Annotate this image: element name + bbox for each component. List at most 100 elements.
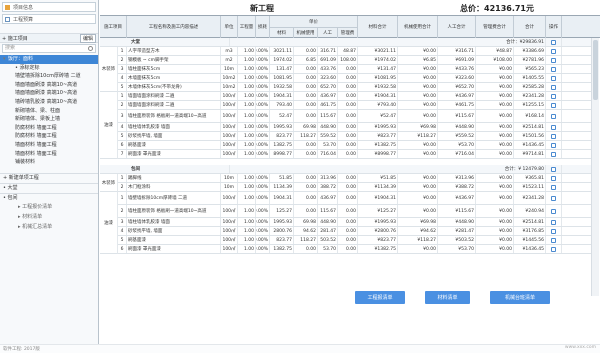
- table-row[interactable]: 6刷面漆 罩光面漆100㎡1.000.00%1382.750.0053.700.…: [100, 245, 598, 254]
- section-lobby[interactable]: • 大堂: [0, 183, 98, 192]
- tree-item[interactable]: 墙壁墙拆除10cm厚砖墙 二道: [0, 72, 98, 81]
- table-row[interactable]: 4墙柱墙体乳胶漆 墙面100㎡1.000.00%1995.9369.98448.…: [100, 123, 598, 132]
- project-list-button[interactable]: 工程报清单: [355, 291, 405, 304]
- row-checkbox[interactable]: [546, 110, 562, 122]
- tree-item[interactable]: 墙面墙面刷漆 高端10~高道: [0, 81, 98, 90]
- cell-mgt: 0.00: [338, 192, 358, 204]
- table-row[interactable]: 7刷面漆 罩光面漆100㎡1.000.00%8998.770.00716.040…: [100, 150, 598, 159]
- row-checkbox[interactable]: [546, 150, 562, 158]
- row-checkbox[interactable]: [546, 227, 562, 235]
- group-row[interactable]: 包间 合计：¥ 12479.80: [100, 165, 598, 174]
- group-checkbox[interactable]: [546, 165, 562, 173]
- row-checkbox[interactable]: [546, 83, 562, 91]
- cell-smach: ¥0.00: [398, 65, 438, 73]
- row-checkbox[interactable]: [546, 132, 562, 140]
- tree-item[interactable]: 墙面墙面刷漆 高端10~高道: [0, 89, 98, 98]
- cell-no: 5: [118, 83, 127, 91]
- tree-item[interactable]: 新砌墙体、梁、柱面: [0, 107, 98, 116]
- table-row[interactable]: 2墙柱面原装饰 格板刷一道高端10~高道100㎡1.000.00%125.270…: [100, 205, 598, 218]
- row-checkbox[interactable]: [546, 47, 562, 55]
- table-row[interactable]: 6刷基面漆100㎡1.000.00%1382.750.0053.700.00¥1…: [100, 141, 598, 150]
- table-row[interactable]: 2钢模板 ~ cm脚手架m21.000.00%1974.026.85691.09…: [100, 56, 598, 65]
- cell-smat: ¥1382.75: [358, 141, 398, 149]
- row-checkbox[interactable]: [546, 141, 562, 149]
- row-checkbox[interactable]: [546, 218, 562, 226]
- row-checkbox[interactable]: [546, 123, 562, 131]
- document-icon: [5, 16, 10, 22]
- cell-name: 墙柱墙体乳胶漆 墙面: [127, 123, 221, 131]
- project-budget-button[interactable]: 工程预算: [2, 14, 96, 24]
- row-checkbox[interactable]: [546, 65, 562, 73]
- search-input[interactable]: 搜索: [2, 44, 96, 53]
- cell-mgt: 0.00: [338, 227, 358, 235]
- tree-item-label: 防腐材料 墙面工程: [15, 124, 57, 131]
- tree-item[interactable]: 防腐材料 墙面工程: [0, 132, 98, 141]
- row-checkbox[interactable]: [546, 245, 562, 253]
- table-row[interactable]: 2墙面墙面涂料刷漆 二遍100㎡1.000.00%793.400.00461.7…: [100, 101, 598, 110]
- tree-item[interactable]: 墙面材料 墙面工程: [0, 150, 98, 159]
- tree-item[interactable]: 新砌墙体、梁板上墙: [0, 115, 98, 124]
- table-row[interactable]: 5砂浆找平墙, 墙面100㎡1.000.00%823.77118.27559.5…: [100, 132, 598, 141]
- row-checkbox[interactable]: [546, 205, 562, 217]
- cell-unit: m3: [221, 47, 238, 55]
- cell-unit: 10m2: [221, 83, 238, 91]
- table-row[interactable]: 3墙柱墙体乳胶漆 墙面100㎡1.000.00%1995.9369.98448.…: [100, 218, 598, 227]
- row-checkbox[interactable]: [546, 183, 562, 191]
- table-row[interactable]: 5刷基面漆100㎡1.000.00%823.77118.27503.520.00…: [100, 236, 598, 245]
- cell-loss: 0.00%: [256, 123, 270, 131]
- cell-unit: 100㎡: [221, 245, 238, 253]
- tree-item[interactable]: 防腐材料 墙面工程: [0, 124, 98, 133]
- table-row[interactable]: 4砂浆找平墙, 墙面100㎡1.000.00%2800.7694.62281.4…: [100, 227, 598, 236]
- cell-loss: 0.00%: [256, 47, 270, 55]
- scrollbar-thumb[interactable]: [593, 40, 598, 100]
- new-project-section[interactable]: + 新建单项工程: [0, 173, 98, 182]
- scrollbar[interactable]: [591, 38, 599, 296]
- tree-item[interactable]: ▾ 饭厅：面料: [0, 55, 98, 64]
- checkbox-icon: [551, 228, 556, 234]
- table-row[interactable]: 1墙壁墙拆除10cm厚砖墙 二道100㎡1.000.00%1904.310.00…: [100, 192, 598, 205]
- table-row[interactable]: 5木墙体抹灰5cm(不带龙骨)10m21.000.00%1932.580.006…: [100, 83, 598, 92]
- table-row[interactable]: 3墙柱面原装饰 格板刷一道高端10~高道100㎡1.000.00%52.470.…: [100, 110, 598, 123]
- sub-machine-list[interactable]: ▸ 机械汇总清单: [0, 223, 98, 232]
- tree-item[interactable]: • 添标定标: [0, 64, 98, 73]
- cell-no: 1: [118, 192, 127, 204]
- group-row[interactable]: 大堂 合计：¥29836.91: [100, 38, 598, 47]
- cell-qty: 1.00: [238, 47, 256, 55]
- tree-item[interactable]: 墙砖墙乳胶漆 高端10~高道: [0, 98, 98, 107]
- tree-item[interactable]: 墙面材料 墙面工程: [0, 141, 98, 150]
- cell-lab: 691.09: [318, 56, 338, 64]
- table-row[interactable]: 1人字带造型方木m31.000.00%3021.110.00316.7148.8…: [100, 47, 598, 56]
- row-checkbox[interactable]: [546, 192, 562, 204]
- sub-material-list[interactable]: ▸ 材料清单: [0, 213, 98, 222]
- row-checkbox[interactable]: [546, 56, 562, 64]
- cell-smgt: ¥0.00: [476, 110, 514, 122]
- table-row[interactable]: 4木墙面抹灰5cm10m21.000.00%1081.950.00323.600…: [100, 74, 598, 83]
- sub-project-list[interactable]: ▸ 工程报价清单: [0, 203, 98, 212]
- machine-list-button[interactable]: 机械台班清单: [490, 291, 550, 304]
- edit-button[interactable]: 编辑: [79, 33, 96, 43]
- table-row[interactable]: 1墙面墙面涂料刷漆 二遍100㎡1.000.00%1904.310.00436.…: [100, 92, 598, 101]
- table-row[interactable]: 3墙柱面抹灰5cm10m1.000.00%131.470.00433.760.0…: [100, 65, 598, 74]
- project-info-button[interactable]: 项目信息: [2, 2, 96, 12]
- new-project-button[interactable]: + 施工项目: [2, 35, 28, 42]
- cell-mat: 1382.75: [270, 141, 294, 149]
- cell-loss: 0.00%: [256, 132, 270, 140]
- row-checkbox[interactable]: [546, 74, 562, 82]
- cell-smgt: ¥48.87: [476, 47, 514, 55]
- section-private[interactable]: • 包间: [0, 193, 98, 202]
- row-checkbox[interactable]: [546, 101, 562, 109]
- cell-unit: 100㎡: [221, 227, 238, 235]
- table-row[interactable]: 1踢脚线10m1.000.00%51.850.00313.960.00¥51.8…: [100, 174, 598, 183]
- row-checkbox[interactable]: [546, 236, 562, 244]
- header-project: 施工项目: [100, 16, 127, 38]
- cell-name: 刷基面漆: [127, 141, 221, 149]
- row-checkbox[interactable]: [546, 92, 562, 100]
- cell-smach: ¥118.27: [398, 236, 438, 244]
- cell-mgt: 0.00: [338, 123, 358, 131]
- cell-total: ¥2781.96: [514, 56, 546, 64]
- row-checkbox[interactable]: [546, 174, 562, 182]
- material-list-button[interactable]: 材料清单: [425, 291, 470, 304]
- tree-item[interactable]: 铺装材料: [0, 158, 98, 167]
- table-row[interactable]: 2木门框涂料10m1.000.00%1134.390.00388.720.00¥…: [100, 183, 598, 192]
- group-checkbox[interactable]: [546, 38, 562, 46]
